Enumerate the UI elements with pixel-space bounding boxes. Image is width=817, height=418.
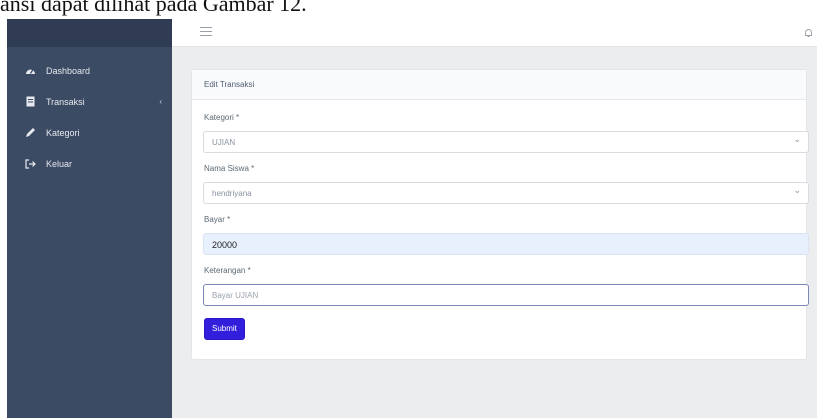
main-content: Edit Transaksi Kategori * UJIAN Nama Sis…	[172, 19, 817, 418]
sidebar-nav: Dashboard Transaksi ‹ Kategori Keluar	[7, 47, 172, 179]
sidebar-item-label: Kategori	[46, 127, 80, 138]
keterangan-input[interactable]: Bayar UJIAN	[203, 284, 809, 306]
bayar-label: Bayar *	[204, 215, 231, 224]
document-icon	[24, 96, 36, 108]
keterangan-label: Keterangan *	[204, 266, 251, 275]
sidebar-brand-area	[7, 19, 172, 47]
sidebar-item-label: Dashboard	[46, 65, 91, 76]
pencil-icon	[24, 127, 36, 139]
chevron-left-icon[interactable]: ‹	[159, 97, 162, 106]
kategori-select[interactable]: UJIAN	[203, 131, 809, 153]
logout-icon	[24, 158, 36, 170]
nama-siswa-select[interactable]: hendriyana	[203, 182, 809, 204]
sidebar-item-kategori[interactable]: Kategori	[7, 117, 172, 148]
hamburger-icon[interactable]	[200, 27, 212, 37]
bayar-input[interactable]: 20000	[203, 233, 809, 255]
speedometer-icon	[24, 65, 36, 77]
top-header	[172, 19, 817, 47]
document-caption-text: ansi dapat dilihat pada Gambar 12.	[0, 0, 307, 16]
sidebar-item-keluar[interactable]: Keluar	[7, 148, 172, 179]
sidebar-item-label: Transaksi	[46, 96, 85, 107]
document-caption-strip: ansi dapat dilihat pada Gambar 12.	[0, 0, 817, 19]
sidebar-item-dashboard[interactable]: Dashboard	[7, 55, 172, 86]
sidebar-item-transaksi[interactable]: Transaksi ‹	[7, 86, 172, 117]
edit-transaction-card: Edit Transaksi Kategori * UJIAN Nama Sis…	[191, 69, 809, 360]
card-title: Edit Transaksi	[192, 70, 806, 100]
sidebar: Dashboard Transaksi ‹ Kategori Keluar	[7, 19, 172, 418]
submit-button[interactable]: Submit	[204, 318, 245, 340]
nama-siswa-label: Nama Siswa *	[204, 164, 255, 173]
edit-transaction-form: Kategori * UJIAN Nama Siswa * hendriyana…	[192, 100, 809, 352]
sidebar-item-label: Keluar	[46, 158, 73, 169]
bell-icon[interactable]	[804, 25, 813, 43]
kategori-label: Kategori *	[204, 113, 240, 122]
